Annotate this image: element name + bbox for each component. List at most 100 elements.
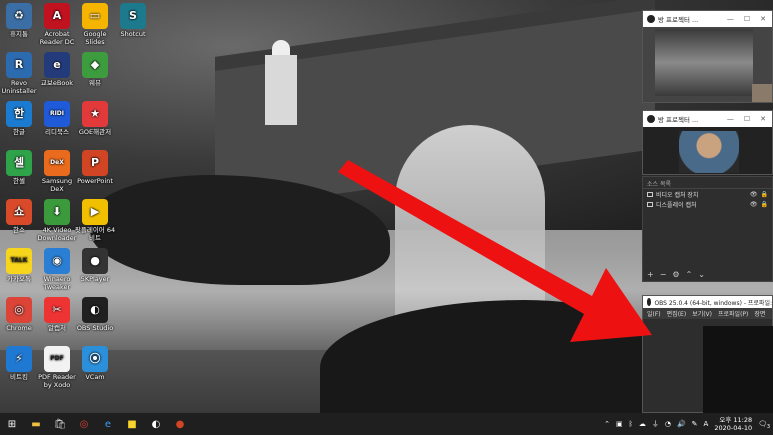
desktop-icon-label: GOE해관저 [78,128,112,136]
desktop-icon[interactable]: S Shotcut [111,3,155,39]
desktop-icon-label: 5KPlayer [80,275,110,283]
app-icon: e [44,52,70,78]
desktop-icon-label: Shotcut [120,30,146,38]
clock-time: 오후 11:28 [719,416,753,424]
source-row[interactable]: 디스플레이 캡처 👁 🔒 [643,199,772,209]
app-icon: DeX [44,150,70,176]
pen-icon[interactable]: ✎ [692,420,698,428]
network-icon[interactable]: ◔ [665,420,671,428]
maximize-icon[interactable]: ☐ [744,115,750,123]
app-icon: ◐ [82,297,108,323]
menu-edit[interactable]: 편집(E) [667,309,687,318]
obs-projector-window-2[interactable]: 방 프로젝터 ... — ☐ ✕ [642,110,773,175]
minimize-icon[interactable]: — [727,115,734,123]
desktop-icon-label: 웨뷰 [89,79,101,87]
app-icon: ◉ [44,248,70,274]
menu-view[interactable]: 보기(V) [692,309,712,318]
move-up-icon[interactable]: ⌃ [686,270,693,279]
app-icon: RIDI [44,101,70,127]
app-icon: ▶ [82,199,108,225]
app-icon: ★ [82,101,108,127]
obs-taskbar-icon[interactable]: ◐ [144,413,168,435]
visibility-eye-icon[interactable]: 👁 [750,201,758,208]
add-source-icon[interactable]: + [647,270,654,279]
ime-indicator[interactable]: A [704,420,709,428]
projector-1-titlebar[interactable]: 방 프로젝터 ... — ☐ ✕ [643,11,772,27]
source-label: 비디오 캡처 장치 [656,191,699,199]
taskbar: ⊞ ▬ 🛍 ◎ e ■ ◐ ● ⌃ ▣ ᛒ ☁ ⏚ ◔ 🔊 ✎ A 오후 11:… [0,413,773,435]
camera-source-icon [647,191,653,197]
app-icon: 쇼 [6,199,32,225]
minimize-icon[interactable]: — [727,15,734,23]
obs-main-title: OBS 25.0.4 (64-bit, windows) - 프로파일: [654,299,772,307]
projector-2-title: 방 프로젝터 ... [658,116,699,124]
obs-menu-bar: 일(F) 편집(E) 보기(V) 프로파일(P) 장면 [643,308,772,319]
powerpoint-taskbar-icon[interactable]: ● [168,413,192,435]
app-icon: 한 [6,101,32,127]
clock[interactable]: 오후 11:28 2020-04-10 [714,416,752,432]
move-down-icon[interactable]: ⌄ [698,270,705,279]
projector-1-preview [643,27,772,102]
window-controls: — ☐ ✕ [727,115,772,123]
clock-date: 2020-04-10 [714,424,753,432]
desktop-icon[interactable]: ● 5KPlayer [73,248,117,284]
obs-logo-icon [647,115,655,123]
chrome-icon[interactable]: ◎ [72,413,96,435]
projector-2-titlebar[interactable]: 방 프로젝터 ... — ☐ ✕ [643,111,772,127]
desktop-icon-label: PowerPoint [77,177,113,185]
source-settings-icon[interactable]: ⚙ [672,270,679,279]
app-icon: 셀 [6,150,32,176]
app-icon: ♻ [6,3,32,29]
bluetooth-icon[interactable]: ᛒ [629,420,633,428]
desktop-icon[interactable]: ⦿ VCam [73,346,117,382]
volume-icon[interactable]: 🔊 [677,420,686,428]
obs-main-window[interactable]: OBS 25.0.4 (64-bit, windows) - 프로파일: 일(F… [642,295,773,414]
app-icon: ◎ [6,297,32,323]
source-row[interactable]: 비디오 캡처 장치 👁 🔒 [643,189,772,199]
maximize-icon[interactable]: ☐ [744,15,750,23]
app-icon: ● [82,248,108,274]
desktop-icon[interactable]: P PowerPoint [73,150,117,186]
desktop-icon[interactable]: ◆ 웨뷰 [73,52,117,88]
desktop-icon[interactable]: ◐ OBS Studio [73,297,117,333]
usb-icon[interactable]: ⏚ [652,419,659,429]
obs-main-titlebar[interactable]: OBS 25.0.4 (64-bit, windows) - 프로파일: [643,296,772,308]
cloud-icon[interactable]: ☁ [639,420,646,428]
visibility-eye-icon[interactable]: 👁 [750,191,758,198]
notification-count: 3 [766,424,770,430]
tray-app-icon[interactable]: ▣ [616,420,623,428]
tray-overflow-icon[interactable]: ⌃ [604,420,610,428]
window-controls: — ☐ ✕ [727,15,772,23]
app-icon: ⦿ [82,346,108,372]
edge-icon[interactable]: e [96,413,120,435]
store-icon[interactable]: 🛍 [48,413,72,435]
wallpaper-lighthouse [265,55,297,125]
menu-profile[interactable]: 프로파일(P) [718,309,748,318]
lock-icon[interactable]: 🔒 [761,201,768,208]
display-source-icon [647,201,653,207]
close-icon[interactable]: ✕ [760,15,766,23]
windows-start-icon[interactable]: ⊞ [0,413,24,435]
file-explorer-icon[interactable]: ▬ [24,413,48,435]
preview-screen [655,29,753,96]
notification-icon[interactable]: 🗨 3 [758,420,770,430]
remove-source-icon[interactable]: − [660,270,667,279]
obs-projector-window-1[interactable]: 방 프로젝터 ... — ☐ ✕ [642,10,773,103]
close-icon[interactable]: ✕ [760,115,766,123]
desktop-icon[interactable]: ▶ 팟플레이어 64 비트 [73,199,117,242]
lock-icon[interactable]: 🔒 [761,191,768,198]
desktop-icon[interactable]: ★ GOE해관저 [73,101,117,137]
app-icon: S [120,3,146,29]
sticky-notes-icon[interactable]: ■ [120,413,144,435]
projector-2-webcam-view [643,127,772,174]
menu-file[interactable]: 일(F) [647,309,661,318]
desktop-icon-label: VCam [85,373,105,381]
app-icon: TALK [6,248,32,274]
app-icon: ▭ [82,3,108,29]
app-icon: ⚡ [6,346,32,372]
obs-logo-icon [647,15,655,23]
app-icon: A [44,3,70,29]
app-icon: ✂ [44,297,70,323]
menu-scene[interactable]: 장면 [754,309,765,318]
sources-toolbar: + − ⚙ ⌃ ⌄ [647,270,705,279]
